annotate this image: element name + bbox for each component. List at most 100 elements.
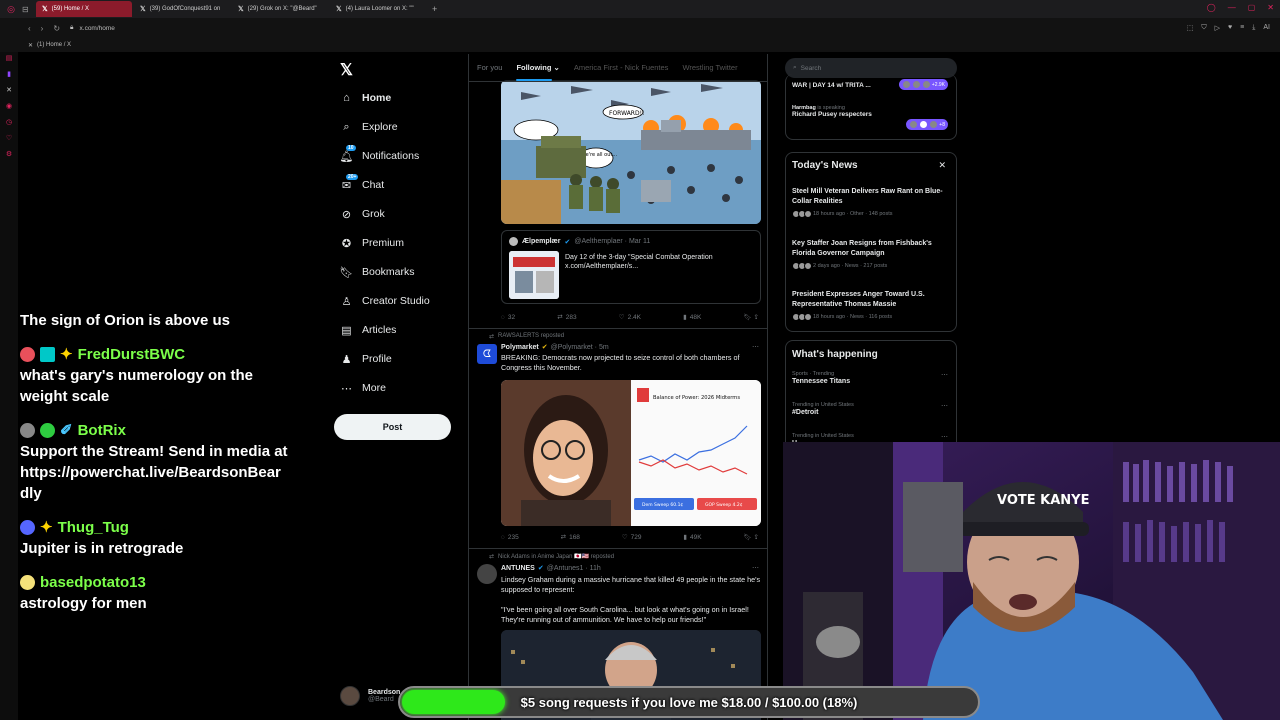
tweet-author[interactable]: ANTUNES: [501, 565, 535, 572]
timeline: For you Following ⌄ America First - Nick…: [468, 54, 768, 720]
post-button[interactable]: Post: [334, 414, 451, 440]
sidebar-app-icon[interactable]: ▤: [6, 54, 13, 62]
browser-logo-icon[interactable]: ◎: [0, 0, 22, 18]
reply-button[interactable]: ◌ 235: [501, 533, 519, 541]
url-field[interactable]: x.com/home: [80, 25, 115, 32]
views-button[interactable]: ▮ 48K: [683, 313, 701, 322]
chat-message: basedpotato13 astrology for men: [20, 571, 290, 614]
sidebar-item-more[interactable]: ⋯ More: [340, 378, 386, 398]
avatar-stack: [792, 210, 812, 218]
close-window-icon[interactable]: ✕: [1267, 3, 1274, 12]
tab-label: (4) Laura Loomer on X: "": [345, 6, 414, 12]
sidebar-item-premium[interactable]: ✪ Premium: [340, 233, 404, 253]
twitch-icon[interactable]: ▮: [7, 70, 11, 78]
sidebar-item-bookmarks[interactable]: 🔖︎ Bookmarks: [340, 262, 415, 282]
tweet-image[interactable]: Balance of Power: 2026 Midterms Dem Swee…: [501, 380, 761, 526]
more-options-icon[interactable]: ⋯: [752, 564, 759, 572]
tweet-author[interactable]: Polymarket: [501, 344, 539, 351]
news-item[interactable]: Key Staffer Joan Resigns from Fishback's…: [792, 239, 950, 270]
avatar[interactable]: [477, 564, 497, 584]
sidebar-item-profile[interactable]: ♟ Profile: [340, 349, 392, 369]
more-options-icon[interactable]: ⋯: [941, 371, 948, 379]
tweet-actions: ◌ 235 ⇄ 168 ♡ 729 ▮ 49K 🔖︎ ⇪: [501, 533, 759, 542]
tab-following[interactable]: Following ⌄: [516, 63, 560, 81]
profile-icon: ♟: [341, 353, 352, 366]
bookmark-button[interactable]: 🔖︎ ⇪: [743, 533, 759, 541]
sidebar-app-icon[interactable]: ♡: [6, 134, 12, 142]
forward-icon[interactable]: ›: [41, 24, 44, 33]
tweet-header: Polymarket ✔ @Polymarket · 5m: [501, 343, 609, 352]
stream-chat: The sign of Orion is above us ✦ FredDurs…: [20, 310, 290, 626]
space-listeners: +2.9K: [898, 79, 948, 90]
browser-tab[interactable]: 𝕏 (59) Home / X: [36, 1, 132, 17]
tweet-comic-image[interactable]: FORWARD!! We're all out...: [501, 80, 761, 224]
tab-label: (29) Grok on X: "@Beard": [247, 6, 317, 12]
heart-icon[interactable]: ♥: [1228, 24, 1232, 32]
back-icon[interactable]: ‹: [28, 24, 31, 33]
trend-item[interactable]: Sports · Trending Tennessee Titans ⋯: [792, 371, 952, 385]
repost-indicator: ⇄ Nick Adams in Anime Japan 🇯🇵🇺🇸 reposted: [489, 554, 615, 560]
grok-icon: ⊘: [341, 208, 352, 221]
extension-icon[interactable]: ⬚: [1187, 24, 1194, 32]
tab-menu-icon[interactable]: ⊟: [22, 5, 36, 14]
new-tab-icon[interactable]: +: [432, 4, 437, 14]
close-icon[interactable]: ✕: [938, 160, 946, 171]
sidebar-item-articles[interactable]: ▤ Articles: [340, 320, 396, 340]
like-button[interactable]: ♡ 729: [622, 533, 642, 542]
news-item[interactable]: President Expresses Anger Toward U.S. Re…: [792, 290, 950, 321]
feed-tabs: For you Following ⌄ America First - Nick…: [469, 54, 767, 82]
sidebar-item-creator-studio[interactable]: ♙ Creator Studio: [340, 291, 430, 311]
space-item[interactable]: Harmbag is speaking Richard Pusey respec…: [792, 105, 872, 118]
tab-for-you[interactable]: For you: [477, 63, 502, 72]
sidebar-app-icon[interactable]: ◉: [6, 102, 12, 110]
menu-icon[interactable]: ≡: [1240, 24, 1244, 32]
bookmark-item[interactable]: (1) Home / X: [37, 42, 71, 48]
tweet-handle: @Polymarket · 5m: [550, 343, 609, 351]
tweet-text: Lindsey Graham during a massive hurrican…: [501, 575, 761, 594]
adblock-icon[interactable]: ⛉: [1201, 24, 1206, 32]
reply-button[interactable]: ◌ 32: [501, 313, 515, 321]
x-logo-icon[interactable]: 𝕏: [340, 60, 353, 80]
account-switcher[interactable]: Beardson @Beard: [340, 686, 400, 706]
sidebar-app-icon[interactable]: ◷: [6, 118, 12, 126]
sidebar-item-home[interactable]: ⌂ Home: [340, 88, 391, 108]
more-options-icon[interactable]: ⋯: [941, 402, 948, 410]
tab-list-america-first[interactable]: America First - Nick Fuentes: [574, 63, 669, 72]
ai-icon[interactable]: AI: [1263, 24, 1270, 32]
bookmark-button[interactable]: 🔖︎ ⇪: [743, 313, 759, 321]
quoted-tweet[interactable]: Æl​pemplær ✔ @Aelthemplaer · Mar 11 Day …: [501, 230, 761, 304]
download-icon[interactable]: ⤓: [1252, 24, 1255, 32]
bookmark-bar: ✕ (1) Home / X: [0, 38, 1280, 52]
more-options-icon[interactable]: ⋯: [752, 343, 759, 351]
news-item[interactable]: Steel Mill Veteran Delivers Raw Rant on …: [792, 187, 950, 218]
maximize-icon[interactable]: —: [1228, 3, 1236, 12]
views-button[interactable]: ▮ 49K: [683, 533, 701, 542]
tab-list-wrestling[interactable]: Wrestling Twitter: [682, 63, 737, 72]
card-gop-button: GOP Sweep 4.2¢: [705, 502, 743, 508]
space-item[interactable]: WAR | DAY 14 w/ TRITA ...: [792, 82, 871, 89]
browser-tab[interactable]: 𝕏 (39) GodOfConquest91 on: [134, 1, 230, 17]
reload-icon[interactable]: ↻: [53, 24, 60, 33]
sidebar-item-grok[interactable]: ⊘ Grok: [340, 204, 385, 224]
comic-caption: FORWARD!!: [609, 110, 644, 117]
x-app-icon[interactable]: ✕: [6, 86, 12, 94]
like-button[interactable]: ♡ 2.4K: [619, 313, 641, 322]
more-options-icon[interactable]: ⋯: [941, 433, 948, 441]
sidebar-item-explore[interactable]: ⌕ Explore: [340, 117, 397, 137]
quote-text: Day 12 of the 3-day "Special Combat Oper…: [565, 254, 713, 270]
trend-item[interactable]: Trending in United States #Detroit ⋯: [792, 402, 952, 416]
browser-tab[interactable]: 𝕏 (29) Grok on X: "@Beard": [232, 1, 328, 17]
sidebar-item-notifications[interactable]: 🔔︎ 10 Notifications: [340, 144, 419, 166]
minimize-icon[interactable]: ◯: [1207, 3, 1216, 12]
chat-message: ✦ Thug_Tug Jupiter is in retrograde: [20, 516, 290, 559]
repost-button[interactable]: ⇄ 283: [557, 313, 576, 322]
repost-button[interactable]: ⇄ 168: [561, 533, 580, 542]
play-icon[interactable]: ▷: [1215, 24, 1220, 32]
news-title: Key Staffer Joan Resigns from Fishback's…: [792, 240, 932, 257]
sidebar-app-icon[interactable]: ⚙: [6, 150, 12, 158]
avatar[interactable]: ᗧ: [477, 344, 497, 364]
restore-icon[interactable]: ▢: [1248, 3, 1256, 12]
browser-tab[interactable]: 𝕏 (4) Laura Loomer on X: "": [330, 1, 426, 17]
sidebar-item-chat[interactable]: ✉ 20+ Chat: [340, 173, 384, 195]
quote-author[interactable]: Æl​pemplær: [522, 238, 561, 245]
